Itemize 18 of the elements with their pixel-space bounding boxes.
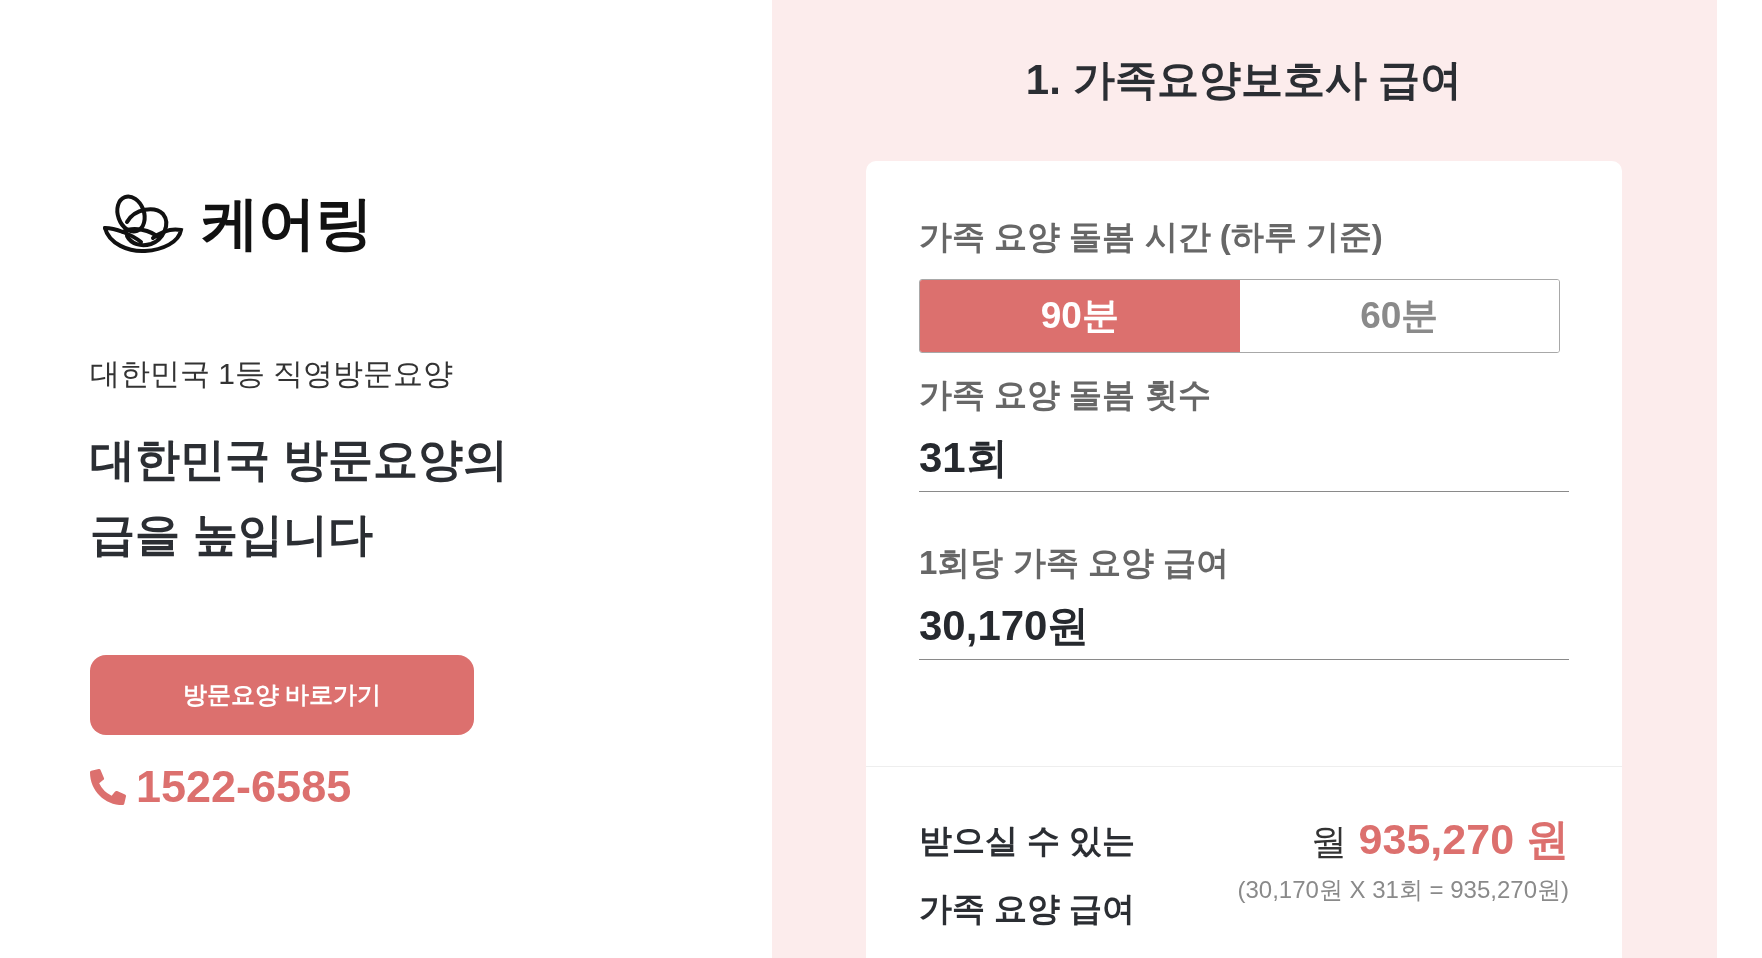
value-field: 30,170원 — [919, 601, 1569, 660]
brand-name: 케어링 — [201, 190, 372, 256]
tagline-text: 대한민국 1등 직영방문요양 — [90, 356, 454, 392]
section-title: 1. 가족요양보호사 급여 — [1024, 55, 1464, 105]
month-prefix: 월 — [1310, 820, 1347, 864]
logo-icon — [101, 191, 185, 255]
field-label: 1회당 가족 요양 급여 — [919, 543, 1230, 583]
duration-option[interactable]: 90분 — [920, 280, 1240, 352]
phone-icon — [90, 769, 126, 805]
result-label: 받으실 수 있는 가족 요양 급여 — [919, 821, 1136, 929]
phone-link[interactable]: 1522-6585 — [136, 761, 352, 813]
field-label: 가족 요양 돌봄 시간 (하루 기준) — [919, 217, 1384, 257]
field-label: 가족 요양 돌봄 횟수 — [919, 375, 1212, 415]
headline: 대한민국 방문요양의 급을 높입니다 — [90, 433, 508, 562]
cta-button[interactable]: 방문요양 바로가기 — [90, 655, 474, 735]
value-field: 31회 — [919, 433, 1569, 492]
formula-text: (30,170원 X 31회 = 935,270원) — [1237, 875, 1569, 905]
total-amount: 935,270 원 — [1358, 814, 1569, 865]
